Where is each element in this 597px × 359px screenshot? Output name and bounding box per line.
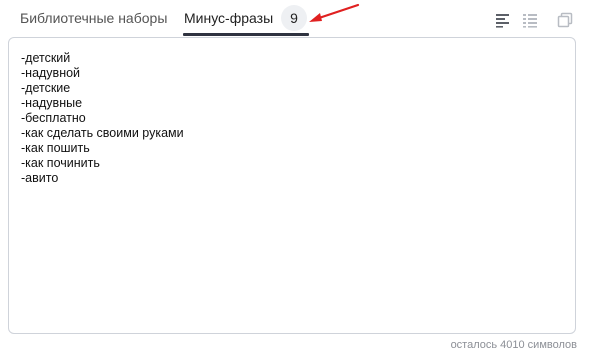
minus-phrase-line: -детские [21, 81, 71, 95]
minus-phrase-line: -как пошить [21, 141, 90, 155]
minus-phrase-line: -бесплатно [21, 111, 86, 125]
minus-phrases-list: -детский -надувной -детские -надувные -б… [21, 51, 184, 186]
minus-phrase-line: -авито [21, 171, 59, 185]
minus-phrase-line: -надувные [21, 96, 83, 110]
annotation-arrow-icon [309, 3, 360, 22]
align-left-icon[interactable] [495, 12, 511, 28]
tab-bar: Библиотечные наборы Минус-фразы 9 [0, 0, 597, 36]
minus-phrase-line: -как починить [21, 156, 100, 170]
minus-phrase-line: -детский [21, 51, 71, 65]
minus-phrases-count-badge: 9 [281, 5, 307, 31]
minus-phrase-line: -надувной [21, 66, 81, 80]
minus-phrase-line: -как сделать своими руками [21, 126, 184, 140]
tab-minus-phrases[interactable]: Минус-фразы [184, 9, 273, 27]
minus-phrases-textarea[interactable]: -детский -надувной -детские -надувные -б… [8, 37, 576, 334]
tab-library-sets[interactable]: Библиотечные наборы [20, 9, 167, 27]
active-tab-indicator [183, 33, 309, 36]
characters-remaining-counter: осталось 4010 символов [450, 339, 577, 351]
list-icon[interactable] [522, 12, 538, 28]
copy-icon[interactable] [557, 12, 573, 28]
minus-phrases-panel: Библиотечные наборы Минус-фразы 9 -детск… [0, 0, 597, 359]
